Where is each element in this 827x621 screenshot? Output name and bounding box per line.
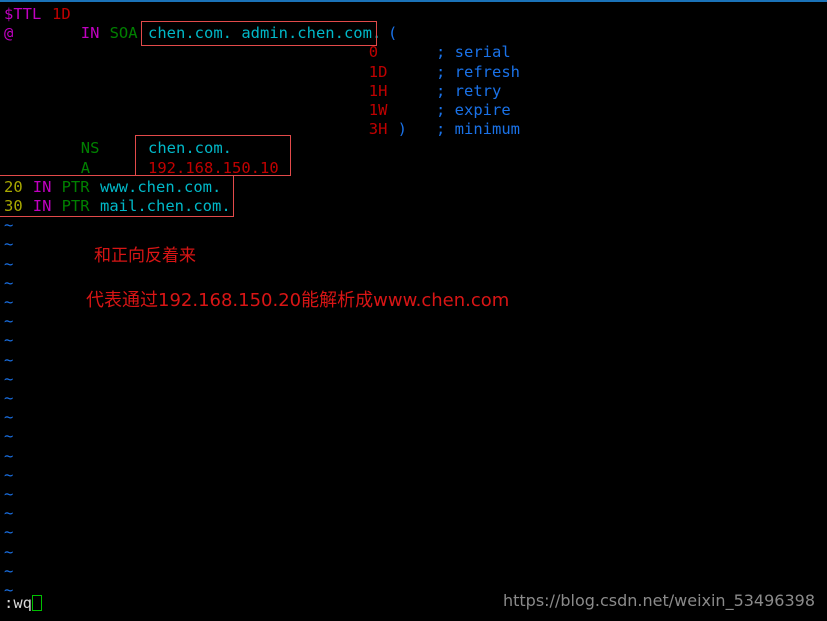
editor-token: 1D	[368, 62, 388, 81]
empty-line-marker: ~	[4, 389, 14, 407]
editor-token: www.chen.com.	[100, 177, 222, 196]
editor-token: ; serial	[436, 43, 511, 62]
editor-token: 30	[4, 197, 23, 215]
editor-token: IN	[32, 197, 52, 215]
editor-token: ; retry	[436, 81, 502, 100]
editor-token: )	[397, 120, 407, 139]
empty-line-marker: ~	[4, 312, 14, 331]
empty-line-marker: ~	[4, 350, 14, 369]
editor-line[interactable]: 20 IN PTR www.chen.com.	[4, 178, 827, 197]
watermark-url: https://blog.csdn.net/weixin_53496398	[502, 591, 815, 610]
empty-line-marker: ~	[4, 254, 14, 273]
empty-line-marker: ~	[4, 446, 14, 465]
empty-line-marker: ~	[4, 273, 14, 292]
editor-line[interactable]: A 192.168.150.10	[4, 159, 827, 178]
empty-line-marker: ~	[4, 561, 14, 580]
editor-token: $TTL	[4, 5, 42, 23]
editor-line[interactable]: 1D ; refresh	[4, 63, 827, 82]
annotation-note-ptr-meaning: 代表通过192.168.150.20能解析成www.chen.com	[86, 290, 510, 311]
editor-token: chen.com. admin.chen.com.	[148, 24, 382, 43]
editor-token: @	[4, 24, 14, 43]
vim-command-line[interactable]: :wq	[4, 594, 42, 613]
editor-token: 1D	[52, 5, 71, 23]
editor-token: PTR	[61, 197, 90, 215]
editor-token: PTR	[61, 177, 90, 196]
editor-token: 1H	[368, 81, 388, 100]
empty-line-marker: ~	[4, 485, 14, 503]
editor-token: ; refresh	[436, 62, 520, 81]
editor-token: A	[80, 158, 91, 177]
editor-token: 0	[368, 43, 379, 62]
annotation-note-reverse-zone: 和正向反着来	[94, 246, 196, 266]
editor-token: (	[388, 24, 398, 43]
editor-line[interactable]: 0 ; serial	[4, 43, 827, 62]
editor-token: 192.168.150.10	[148, 158, 279, 177]
empty-line-marker: ~	[4, 408, 14, 427]
empty-line-marker: ~	[4, 235, 14, 254]
editor-line[interactable]: 30 IN PTR mail.chen.com.	[4, 197, 827, 216]
empty-line-marker: ~	[4, 331, 14, 350]
editor-line[interactable]: $TTL 1D	[4, 5, 827, 24]
editor-token: 3H	[368, 120, 388, 139]
empty-line-marker: ~	[4, 293, 14, 311]
editor-token: 20	[4, 177, 23, 196]
editor-token: IN	[80, 24, 100, 43]
empty-line-marker: ~	[4, 542, 14, 561]
vim-command-text: :wq	[4, 594, 32, 612]
empty-line-marker: ~	[4, 523, 14, 542]
editor-token: NS	[80, 139, 100, 158]
editor-line[interactable]: 1H ; retry	[4, 82, 827, 101]
editor-token: ; expire	[436, 101, 511, 119]
text-cursor	[32, 595, 42, 611]
vim-editor-screen[interactable]: $TTL 1D @ IN SOA chen.com. admin.chen.com. (0;…	[0, 0, 827, 621]
editor-line[interactable]: NS chen.com.	[4, 139, 827, 158]
empty-line-marker: ~	[4, 369, 14, 388]
editor-token: IN	[32, 177, 52, 196]
empty-line-marker: ~	[4, 427, 14, 446]
editor-token: 1W	[368, 101, 388, 119]
editor-token: mail.chen.com.	[100, 197, 231, 215]
editor-line[interactable]: @ IN SOA chen.com. admin.chen.com. (	[4, 24, 827, 43]
empty-line-marker: ~	[4, 504, 14, 523]
editor-token: chen.com.	[148, 139, 232, 158]
empty-line-marker: ~	[4, 216, 14, 235]
editor-line[interactable]: 3H) ; minimum	[4, 120, 827, 139]
editor-token: ; minimum	[436, 120, 520, 139]
empty-line-marker: ~	[4, 465, 14, 484]
editor-line[interactable]: 1W ; expire	[4, 101, 827, 120]
editor-token: SOA	[109, 24, 138, 43]
